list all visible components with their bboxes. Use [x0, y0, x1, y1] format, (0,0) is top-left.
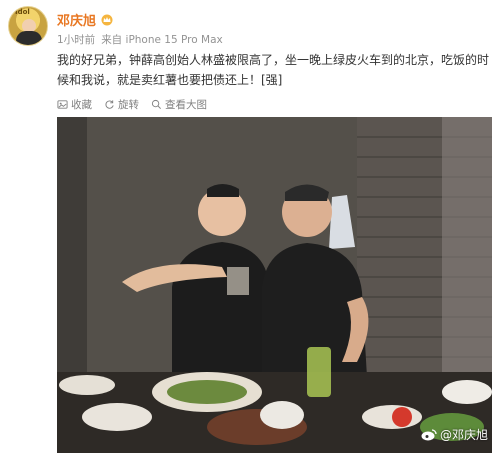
weibo-icon — [421, 429, 437, 441]
collect-icon — [57, 100, 68, 109]
rotate-label: 旋转 — [118, 99, 139, 111]
crown-icon — [101, 14, 113, 25]
avatar[interactable]: Idol — [8, 6, 48, 46]
magnify-icon — [151, 99, 161, 109]
post-header: Idol 邓庆旭 1小时前 来自 iPhone 15 Pro Max — [8, 6, 492, 50]
photo-scene — [57, 117, 492, 453]
post-meta: 1小时前 来自 iPhone 15 Pro Max — [57, 32, 223, 47]
collect-label: 收藏 — [71, 99, 92, 111]
post-source: 来自 iPhone 15 Pro Max — [101, 32, 223, 47]
name-row: 邓庆旭 — [57, 10, 114, 29]
view-large-label: 查看大图 — [165, 99, 207, 111]
watermark-text: @邓庆旭 — [439, 428, 488, 442]
post-text: 我的好兄弟，钟薛高创始人林盛被限高了，坐一晚上绿皮火车到的北京，吃饭的时候和我说… — [57, 53, 490, 87]
collect-button[interactable]: 收藏 — [57, 97, 92, 112]
rotate-button[interactable]: 旋转 — [104, 97, 139, 112]
avatar-badge-text: Idol — [15, 8, 30, 16]
source-prefix: 来自 — [101, 34, 123, 46]
post-time[interactable]: 1小时前 — [57, 32, 95, 47]
view-large-button[interactable]: 查看大图 — [151, 97, 207, 112]
source-device: iPhone 15 Pro Max — [125, 34, 223, 46]
rotate-icon — [105, 100, 114, 109]
photo-watermark: @邓庆旭 — [421, 426, 488, 443]
image-actions: 收藏 旋转 查看大图 — [57, 97, 207, 112]
username[interactable]: 邓庆旭 — [57, 10, 96, 29]
post-photo[interactable]: @邓庆旭 — [57, 117, 492, 453]
